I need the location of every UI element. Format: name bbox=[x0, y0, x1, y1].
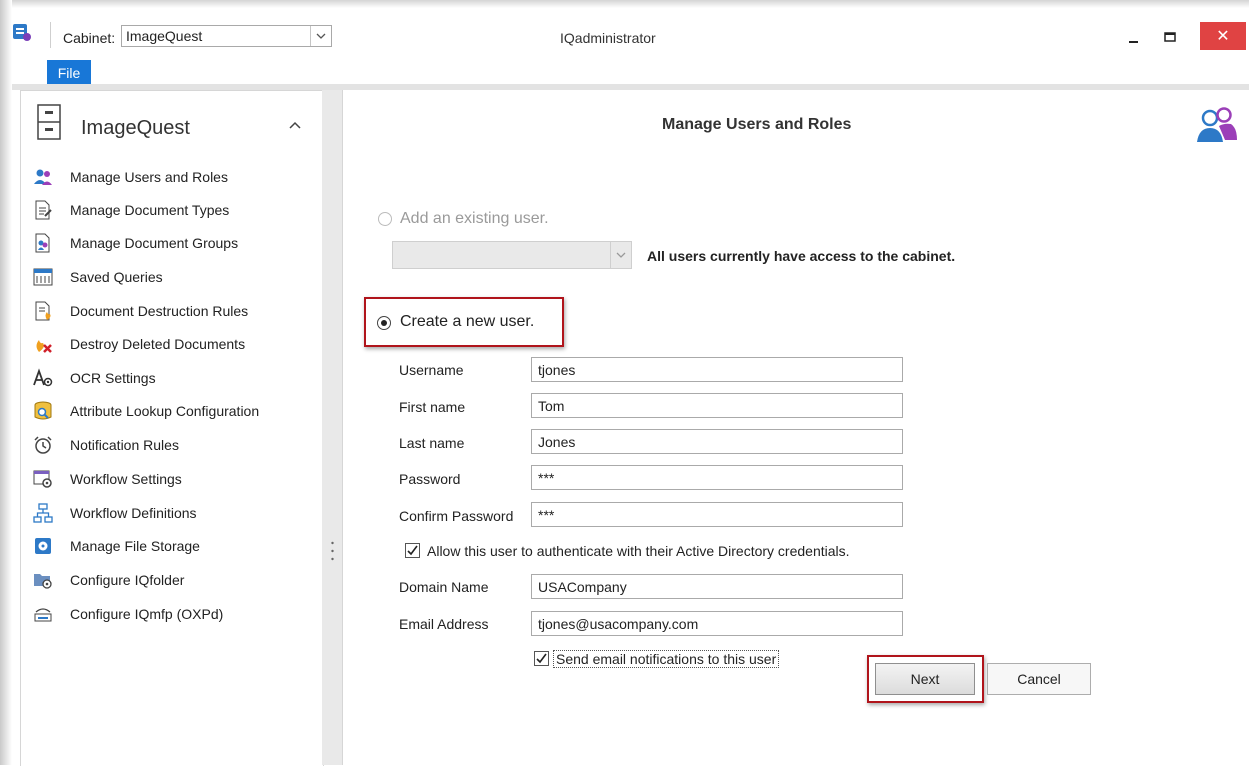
tab-file[interactable]: File bbox=[47, 60, 91, 85]
chevron-up-icon[interactable] bbox=[288, 118, 302, 132]
window-shadow-left bbox=[0, 0, 12, 765]
sidebar-title: ImageQuest bbox=[81, 117, 190, 139]
page-title: Manage Users and Roles bbox=[662, 116, 852, 133]
splitter-grip-icon[interactable] bbox=[331, 540, 334, 562]
close-icon: ✕ bbox=[1216, 28, 1230, 45]
confirm-password-label: Confirm Password bbox=[399, 508, 514, 524]
email-address-label: Email Address bbox=[399, 616, 489, 632]
first-name-field[interactable] bbox=[531, 393, 903, 418]
create-user-label: Create a new user. bbox=[400, 313, 535, 330]
sidebar-item-manage-file-storage[interactable]: Manage File Storage bbox=[33, 533, 200, 559]
domain-name-label: Domain Name bbox=[399, 579, 489, 595]
sidebar-item-label: Notification Rules bbox=[70, 437, 179, 453]
sidebar-item-saved-queries[interactable]: Saved Queries bbox=[33, 264, 163, 290]
document-types-icon bbox=[33, 200, 53, 220]
sidebar-item-manage-document-groups[interactable]: Manage Document Groups bbox=[33, 230, 238, 256]
cabinet-drawer-icon bbox=[37, 104, 61, 140]
sidebar-item-label: Manage Users and Roles bbox=[70, 169, 228, 185]
title-separator bbox=[50, 22, 51, 48]
destroy-deleted-icon bbox=[33, 334, 53, 354]
existing-user-select[interactable] bbox=[392, 241, 632, 269]
maximize-icon bbox=[1164, 32, 1176, 42]
sidebar-item-label: Configure IQmfp (OXPd) bbox=[70, 606, 224, 622]
iqfolder-icon bbox=[33, 570, 53, 590]
password-label: Password bbox=[399, 471, 461, 487]
sidebar-item-configure-iqmfp[interactable]: Configure IQmfp (OXPd) bbox=[33, 601, 223, 627]
maximize-button[interactable] bbox=[1160, 27, 1180, 47]
existing-user-label: Add an existing user. bbox=[400, 210, 549, 227]
sidebar-item-label: OCR Settings bbox=[70, 370, 156, 386]
attribute-lookup-icon bbox=[33, 401, 53, 421]
domain-name-field[interactable] bbox=[531, 574, 903, 599]
document-groups-icon bbox=[33, 233, 53, 253]
saved-queries-icon bbox=[33, 267, 53, 287]
sidebar-item-label: Workflow Settings bbox=[70, 471, 182, 487]
sidebar-item-label: Manage File Storage bbox=[70, 538, 200, 554]
email-notify-checkbox[interactable] bbox=[534, 651, 549, 666]
ad-auth-checkbox[interactable] bbox=[405, 543, 420, 558]
users-roles-icon bbox=[33, 167, 53, 187]
sidebar-item-label: Workflow Definitions bbox=[70, 505, 197, 521]
sidebar-item-workflow-settings[interactable]: Workflow Settings bbox=[33, 466, 182, 492]
panel-splitter[interactable] bbox=[322, 90, 342, 765]
workflow-settings-icon bbox=[33, 469, 53, 489]
sidebar-item-label: Manage Document Types bbox=[70, 202, 230, 218]
cabinet-label: Cabinet: bbox=[63, 30, 116, 46]
last-name-label: Last name bbox=[399, 435, 465, 451]
create-user-radio[interactable] bbox=[377, 316, 391, 330]
sidebar-item-manage-document-types[interactable]: Manage Document Types bbox=[33, 197, 229, 223]
close-button[interactable]: ✕ bbox=[1200, 22, 1246, 50]
workflow-definitions-icon bbox=[33, 503, 53, 523]
destruction-rules-icon bbox=[33, 301, 53, 321]
checkmark-icon bbox=[536, 653, 547, 664]
users-roles-icon bbox=[1197, 107, 1237, 142]
iqmfp-icon bbox=[33, 604, 53, 624]
chevron-down-icon[interactable] bbox=[310, 26, 331, 46]
next-button[interactable]: Next bbox=[875, 663, 975, 695]
existing-user-radio[interactable] bbox=[378, 212, 392, 226]
sidebar-item-attribute-lookup-configuration[interactable]: Attribute Lookup Configuration bbox=[33, 398, 259, 424]
last-name-field[interactable] bbox=[531, 429, 903, 454]
checkmark-icon bbox=[407, 545, 418, 556]
email-address-field[interactable] bbox=[531, 611, 903, 636]
file-storage-icon bbox=[33, 536, 53, 556]
minimize-button[interactable] bbox=[1126, 27, 1142, 47]
sidebar-item-label: Document Destruction Rules bbox=[70, 303, 249, 319]
chevron-down-icon[interactable] bbox=[610, 242, 631, 268]
confirm-password-field[interactable] bbox=[531, 502, 903, 527]
sidebar-item-notification-rules[interactable]: Notification Rules bbox=[33, 432, 179, 458]
sidebar-item-label: Saved Queries bbox=[70, 269, 163, 285]
sidebar-item-label: Destroy Deleted Documents bbox=[70, 336, 246, 352]
sidebar-item-ocr-settings[interactable]: OCR Settings bbox=[33, 365, 156, 391]
sidebar-item-destroy-deleted-documents[interactable]: Destroy Deleted Documents bbox=[33, 331, 245, 357]
alarm-clock-icon bbox=[33, 435, 53, 455]
sidebar bbox=[20, 90, 324, 766]
main-panel bbox=[342, 90, 1249, 765]
username-label: Username bbox=[399, 362, 464, 378]
password-field[interactable] bbox=[531, 465, 903, 490]
ad-auth-label: Allow this user to authenticate with the… bbox=[427, 543, 850, 559]
window-title: IQadministrator bbox=[560, 30, 656, 46]
cancel-button[interactable]: Cancel bbox=[987, 663, 1091, 695]
first-name-label: First name bbox=[399, 399, 466, 415]
sidebar-item-workflow-definitions[interactable]: Workflow Definitions bbox=[33, 500, 197, 526]
existing-user-note: All users currently have access to the c… bbox=[647, 248, 956, 264]
cabinet-select[interactable]: ImageQuest bbox=[121, 25, 332, 47]
sidebar-item-label: Configure IQfolder bbox=[70, 572, 185, 588]
sidebar-item-document-destruction-rules[interactable]: Document Destruction Rules bbox=[33, 298, 248, 324]
minimize-icon bbox=[1129, 41, 1138, 43]
sidebar-item-manage-users-and-roles[interactable]: Manage Users and Roles bbox=[33, 164, 228, 190]
sidebar-item-label: Manage Document Groups bbox=[70, 235, 239, 251]
window-shadow-top bbox=[0, 0, 1249, 8]
ocr-settings-icon bbox=[33, 368, 53, 388]
username-field[interactable] bbox=[531, 357, 903, 382]
sidebar-item-label: Attribute Lookup Configuration bbox=[70, 403, 260, 419]
email-notify-label: Send email notifications to this user bbox=[553, 650, 780, 668]
cabinet-select-value: ImageQuest bbox=[126, 28, 203, 44]
sidebar-item-configure-iqfolder[interactable]: Configure IQfolder bbox=[33, 567, 184, 593]
app-logo-icon bbox=[13, 24, 31, 41]
